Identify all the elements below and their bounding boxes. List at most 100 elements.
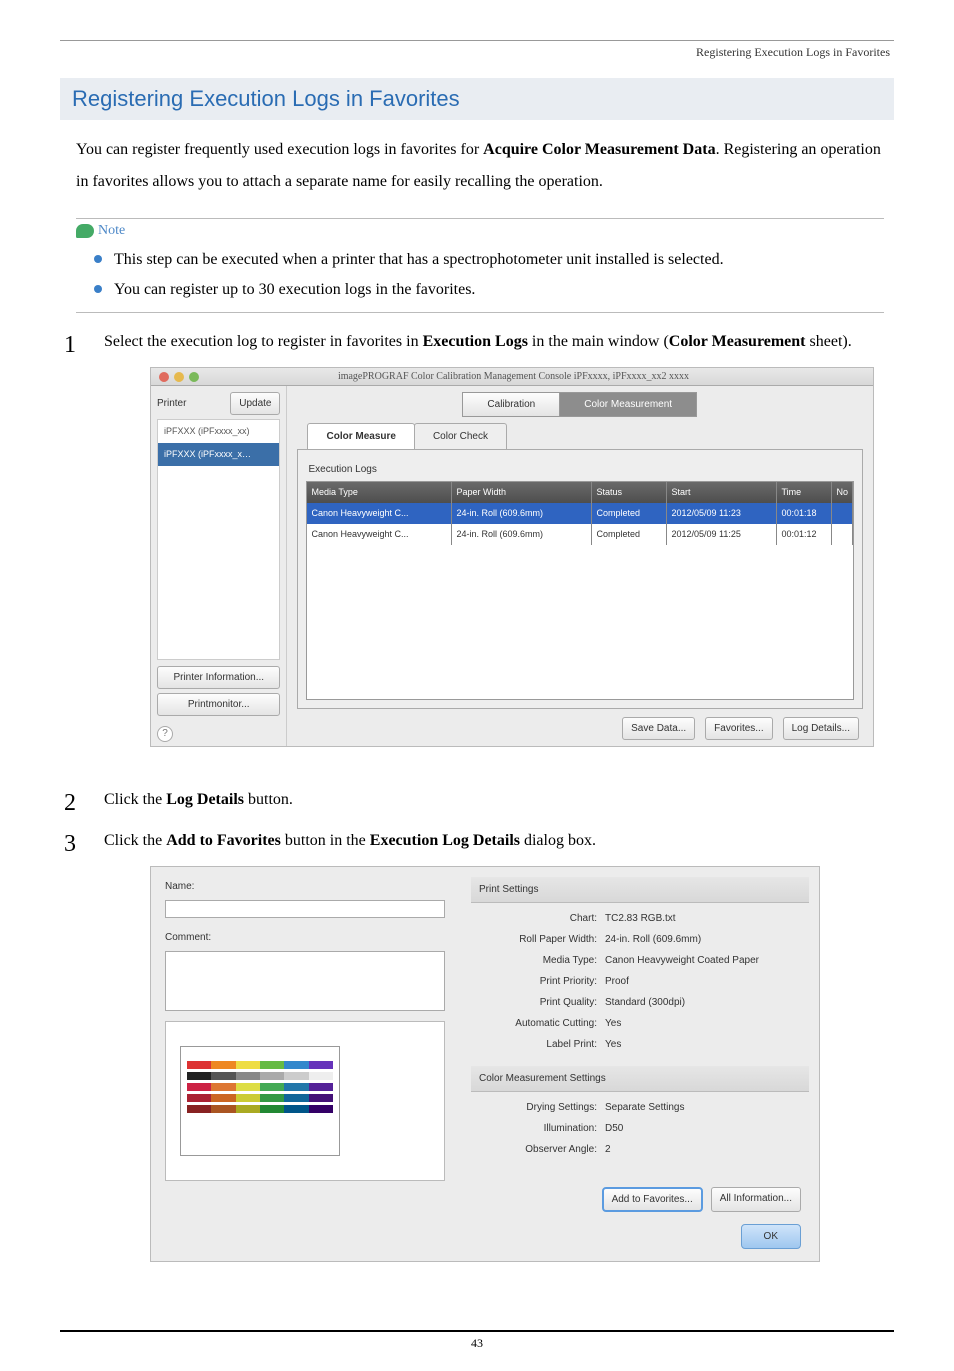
printer-item-2[interactable]: iPFXXX (iPFxxxx_x… xyxy=(158,443,279,466)
note-top-rule xyxy=(76,218,884,219)
priority-key: Print Priority: xyxy=(475,972,605,991)
step-2: 2 Click the Log Details button. xyxy=(64,785,884,815)
cell: Completed xyxy=(592,503,667,524)
labelprint-value: Yes xyxy=(605,1035,621,1054)
step-3-number: 3 xyxy=(64,822,76,868)
col-media-type[interactable]: Media Type xyxy=(307,482,452,503)
drying-key: Drying Settings: xyxy=(475,1098,605,1117)
step-2-t1: Click the xyxy=(104,791,166,808)
step-1-b2: Color Measurement xyxy=(669,333,806,350)
step-3-b2: Execution Log Details xyxy=(370,832,520,849)
name-label: Name: xyxy=(165,877,445,896)
printer-label: Printer xyxy=(157,394,186,413)
log-details-button[interactable]: Log Details... xyxy=(783,717,859,740)
minimize-icon[interactable] xyxy=(174,372,184,382)
roll-key: Roll Paper Width: xyxy=(475,930,605,949)
cell: 2012/05/09 11:23 xyxy=(667,503,777,524)
cell xyxy=(832,503,853,524)
step-1-t3: sheet). xyxy=(806,333,852,350)
illum-value: D50 xyxy=(605,1119,623,1138)
step-3-b1: Add to Favorites xyxy=(166,832,281,849)
cut-value: Yes xyxy=(605,1014,621,1033)
media-key: Media Type: xyxy=(475,951,605,970)
ok-button[interactable]: OK xyxy=(741,1224,801,1249)
table-row[interactable]: Canon Heavyweight C... 24-in. Roll (609.… xyxy=(307,503,853,524)
cell: 24-in. Roll (609.6mm) xyxy=(452,503,592,524)
favorites-button[interactable]: Favorites... xyxy=(705,717,772,740)
cell: Canon Heavyweight C... xyxy=(307,524,452,545)
save-data-button[interactable]: Save Data... xyxy=(622,717,695,740)
col-time[interactable]: Time xyxy=(777,482,832,503)
illum-key: Illumination: xyxy=(475,1119,605,1138)
step-1: 1 Select the execution log to register i… xyxy=(64,327,884,775)
col-paper-width[interactable]: Paper Width xyxy=(452,482,592,503)
tab-color-check[interactable]: Color Check xyxy=(414,423,507,449)
col-status[interactable]: Status xyxy=(592,482,667,503)
section-title: Registering Execution Logs in Favorites xyxy=(60,78,894,120)
steps-list: 1 Select the execution log to register i… xyxy=(64,327,884,1290)
figure-main-window: imagePROGRAF Color Calibration Managemen… xyxy=(150,367,874,747)
printer-item-1[interactable]: iPFXXX (iPFxxxx_xx) xyxy=(158,420,279,443)
running-header: Registering Execution Logs in Favorites xyxy=(60,45,894,60)
intro-bold: Acquire Color Measurement Data xyxy=(483,141,715,158)
cms-section: Color Measurement Settings xyxy=(471,1066,809,1092)
roll-value: 24-in. Roll (609.6mm) xyxy=(605,930,701,949)
tab-color-measure[interactable]: Color Measure xyxy=(307,423,414,449)
print-settings-section: Print Settings xyxy=(471,877,809,903)
intro-paragraph: You can register frequently used executi… xyxy=(76,134,884,198)
close-icon[interactable] xyxy=(159,372,169,382)
top-rule xyxy=(60,40,894,41)
execution-logs-label: Execution Logs xyxy=(308,460,854,479)
cell: 24-in. Roll (609.6mm) xyxy=(452,524,592,545)
printer-information-button[interactable]: Printer Information... xyxy=(157,666,280,689)
media-value: Canon Heavyweight Coated Paper xyxy=(605,951,759,970)
titlebar: imagePROGRAF Color Calibration Managemen… xyxy=(151,368,873,386)
col-no[interactable]: No xyxy=(832,482,853,503)
note-list: This step can be executed when a printer… xyxy=(76,245,884,310)
sub-tabs: Color Measure Color Check xyxy=(307,423,863,449)
sidebar: Printer Update iPFXXX (iPFxxxx_xx) iPFXX… xyxy=(151,386,287,746)
priority-value: Proof xyxy=(605,972,629,991)
top-tabs: Calibration Color Measurement xyxy=(297,392,863,417)
tab-calibration[interactable]: Calibration xyxy=(462,392,560,417)
cell xyxy=(832,524,853,545)
step-3-t3: dialog box. xyxy=(520,832,596,849)
thumbnail-box xyxy=(165,1021,445,1181)
chart-thumbnail xyxy=(180,1046,340,1156)
step-1-b1: Execution Logs xyxy=(423,333,528,350)
chart-key: Chart: xyxy=(475,909,605,928)
note-box: Note This step can be executed when a pr… xyxy=(76,218,884,313)
all-information-button[interactable]: All Information... xyxy=(711,1187,801,1212)
zoom-icon[interactable] xyxy=(189,372,199,382)
printmonitor-button[interactable]: Printmonitor... xyxy=(157,693,280,716)
quality-key: Print Quality: xyxy=(475,993,605,1012)
update-button[interactable]: Update xyxy=(230,392,280,415)
cut-key: Automatic Cutting: xyxy=(475,1014,605,1033)
execution-logs-table[interactable]: Media Type Paper Width Status Start Time… xyxy=(306,481,854,700)
page-number: 43 xyxy=(60,1330,894,1351)
tab-color-measurement[interactable]: Color Measurement xyxy=(559,392,697,417)
comment-input[interactable] xyxy=(165,951,445,1011)
step-3-t2: button in the xyxy=(281,832,370,849)
cell: 00:01:12 xyxy=(777,524,832,545)
col-start[interactable]: Start xyxy=(667,482,777,503)
cell: Canon Heavyweight C... xyxy=(307,503,452,524)
printer-list[interactable]: iPFXXX (iPFxxxx_xx) iPFXXX (iPFxxxx_x… xyxy=(157,419,280,660)
add-to-favorites-button[interactable]: Add to Favorites... xyxy=(602,1187,703,1212)
step-3: 3 Click the Add to Favorites button in t… xyxy=(64,826,884,1290)
help-icon[interactable]: ? xyxy=(157,726,173,742)
note-item-2: You can register up to 30 execution logs… xyxy=(94,275,884,305)
step-2-number: 2 xyxy=(64,781,76,827)
step-1-t1: Select the execution log to register in … xyxy=(104,333,423,350)
drying-value: Separate Settings xyxy=(605,1098,685,1117)
observer-key: Observer Angle: xyxy=(475,1140,605,1159)
observer-value: 2 xyxy=(605,1140,611,1159)
intro-pre: You can register frequently used executi… xyxy=(76,141,483,158)
labelprint-key: Label Print: xyxy=(475,1035,605,1054)
note-icon xyxy=(76,224,94,238)
table-row[interactable]: Canon Heavyweight C... 24-in. Roll (609.… xyxy=(307,524,853,545)
name-input[interactable] xyxy=(165,900,445,918)
cell: Completed xyxy=(592,524,667,545)
window-title: imagePROGRAF Color Calibration Managemen… xyxy=(204,367,873,386)
cell: 2012/05/09 11:25 xyxy=(667,524,777,545)
